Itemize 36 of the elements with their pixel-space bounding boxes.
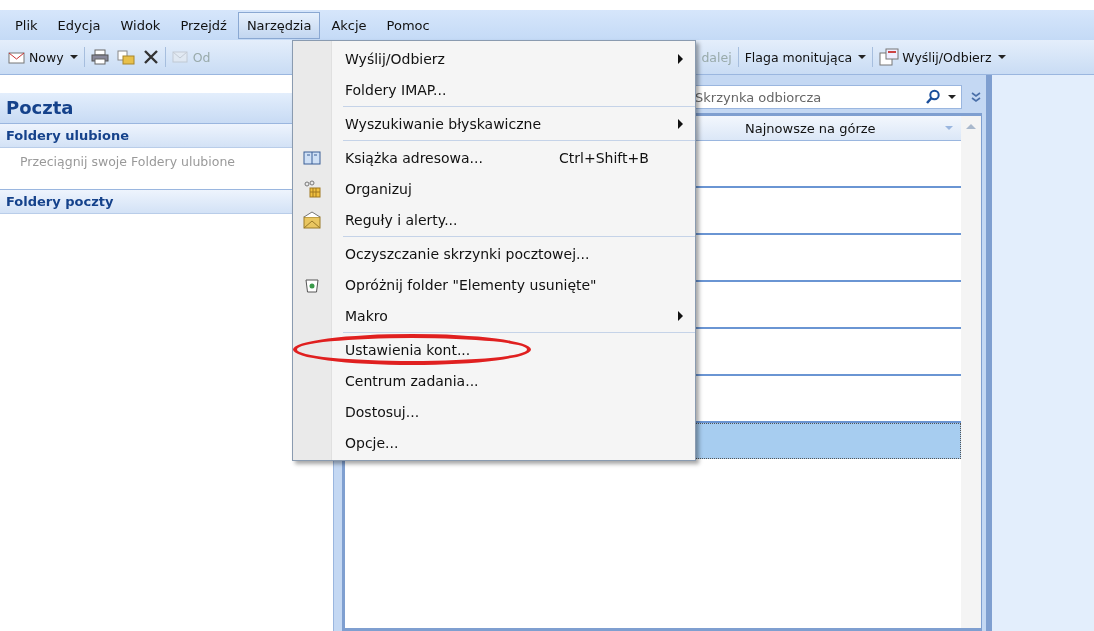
send-receive-button[interactable]: Wyślij/Odbierz [875, 45, 1010, 69]
menu-item[interactable]: Oczyszczanie skrzynki pocztowej... [293, 238, 695, 269]
menu-item[interactable]: Opróżnij folder "Elementy usunięte" [293, 269, 695, 300]
menu-bar-item[interactable]: Pomoc [377, 11, 439, 39]
dropdown-icon [945, 126, 953, 130]
envelope-icon [8, 49, 26, 65]
folder-icon [116, 49, 135, 65]
documents-icon [879, 48, 900, 66]
recycle-bin-icon [304, 276, 320, 293]
scroll-up-icon[interactable] [966, 124, 976, 129]
new-button[interactable]: Nowy [4, 46, 82, 68]
menu-item[interactable]: Opcje... [293, 427, 695, 458]
grid-icon [303, 179, 321, 198]
menu-item[interactable]: Dostosuj... [293, 396, 695, 427]
menu-item[interactable]: Makro [293, 300, 695, 331]
menu-bar-item[interactable]: Edycja [48, 11, 110, 39]
sort-header[interactable]: Najnowsze na górze [745, 120, 876, 136]
book-icon [303, 150, 321, 165]
menu-item[interactable]: Wyślij/Odbierz [293, 43, 695, 74]
envelope-icon [171, 49, 190, 65]
search-icon [925, 89, 941, 105]
flag-button[interactable]: Flaga monitująca [740, 46, 871, 68]
menu-bar-item[interactable]: Akcje [322, 11, 376, 39]
printer-icon [90, 49, 109, 65]
menu-item[interactable]: Centrum zadania... [293, 365, 695, 396]
menu-item[interactable]: Ustawienia kont... [293, 334, 695, 365]
menu-bar-item[interactable]: Przejdź [171, 11, 236, 39]
delete-icon [142, 49, 159, 65]
envelope-icon [302, 210, 322, 229]
scrollbar[interactable] [961, 116, 981, 628]
expand-icon[interactable] [970, 91, 982, 103]
menu-bar-item[interactable]: Widok [111, 11, 170, 39]
dropdown-icon [948, 95, 956, 99]
menu-bar-item[interactable]: Narzędzia [237, 11, 321, 39]
hint-text: Przeciągnij swoje Foldery ulubione [20, 154, 235, 169]
menu-bar-item[interactable]: Plik [6, 11, 47, 39]
